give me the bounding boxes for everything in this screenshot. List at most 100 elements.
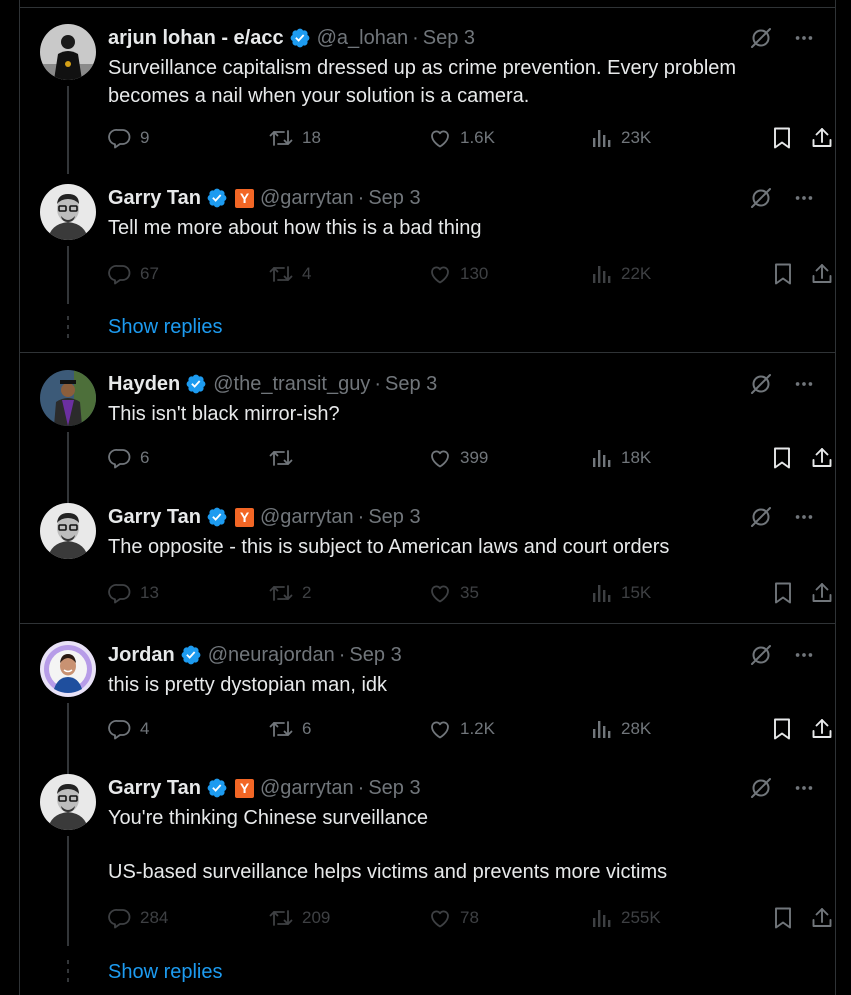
tweet-actions: 284 209 78 255K [108,906,832,932]
retweet-count: 209 [302,908,331,927]
yc-affiliate-badge[interactable]: Y [235,778,254,798]
tweet-date[interactable]: Sep 3 [368,777,420,800]
share-button[interactable] [810,717,834,741]
grok-icon[interactable] [749,505,773,529]
like-button[interactable]: 78 [428,906,479,930]
retweet-button[interactable]: 4 [268,262,311,286]
bookmark-button[interactable] [772,262,794,286]
retweet-button[interactable]: 6 [268,717,311,741]
more-icon[interactable] [793,187,815,209]
tweet-reply[interactable]: Garry Tan Y @garrytan · Sep 3 The opposit… [20,503,835,613]
avatar[interactable] [40,24,96,80]
avatar[interactable] [40,370,96,426]
tweet-date[interactable]: Sep 3 [385,373,437,396]
share-button[interactable] [810,262,834,286]
views-button[interactable]: 255K [591,906,661,930]
tweet-reply[interactable]: Garry Tan Y @garrytan · Sep 3 Tell me mor… [20,184,835,338]
dot-separator: · [338,643,346,666]
like-count: 1.2K [460,719,495,738]
grok-icon[interactable] [749,26,773,50]
author-name[interactable]: Garry Tan [108,506,201,529]
show-replies-link[interactable]: Show replies [108,316,223,339]
retweet-button[interactable] [268,446,302,470]
retweet-count: 6 [302,719,312,738]
more-icon[interactable] [793,777,815,799]
reply-button[interactable]: 6 [108,446,149,470]
tweet-paragraph: The opposite - this is subject to Americ… [108,536,670,558]
share-icon [810,906,834,930]
reply-button[interactable]: 284 [108,906,168,930]
grok-icon[interactable] [749,643,773,667]
more-icon[interactable] [793,506,815,528]
views-button[interactable]: 18K [591,446,651,470]
more-icon[interactable] [793,373,815,395]
tweet-text: Surveillance capitalism dressed up as cr… [108,54,808,110]
author-handle[interactable]: @garrytan [260,777,354,800]
share-button[interactable] [810,581,834,605]
like-button[interactable]: 130 [428,262,488,286]
author-name[interactable]: Hayden [108,373,180,396]
yc-affiliate-badge[interactable]: Y [235,188,254,208]
like-count: 130 [460,264,489,283]
bookmark-button[interactable] [771,446,793,470]
yc-affiliate-badge[interactable]: Y [235,507,254,527]
like-button[interactable]: 35 [428,581,479,605]
share-button[interactable] [810,906,834,930]
views-button[interactable]: 22K [591,262,651,286]
retweet-button[interactable]: 209 [268,906,330,930]
tweet-reply[interactable]: Garry Tan Y @garrytan · Sep 3 You're thin… [20,774,835,982]
avatar[interactable] [40,503,96,559]
share-button[interactable] [810,446,834,470]
reply-button[interactable]: 4 [108,717,149,741]
tweet-text: You're thinking Chinese surveillance US-b… [108,804,808,886]
more-icon[interactable] [793,27,815,49]
retweet-icon [268,126,294,150]
more-icon[interactable] [793,644,815,666]
author-handle[interactable]: @neurajordan [208,644,335,667]
bookmark-button[interactable] [772,581,794,605]
tweet[interactable]: Jordan @neurajordan · Sep 3 this is pret… [20,641,835,774]
like-button[interactable]: 1.6K [428,126,495,150]
bookmark-button[interactable] [772,906,794,930]
reply-button[interactable]: 13 [108,581,159,605]
show-replies-link[interactable]: Show replies [108,961,223,984]
tweet[interactable]: Hayden @the_transit_guy · Sep 3 This isn… [20,370,835,503]
tweet-date[interactable]: Sep 3 [368,187,420,210]
grok-icon[interactable] [749,372,773,396]
tweet-date[interactable]: Sep 3 [368,506,420,529]
like-button[interactable]: 1.2K [428,717,495,741]
verified-badge-icon [206,506,228,528]
bookmark-button[interactable] [771,126,793,150]
tweet-date[interactable]: Sep 3 [423,27,475,50]
avatar[interactable] [40,641,96,697]
avatar[interactable] [40,774,96,830]
author-handle[interactable]: @garrytan [260,506,354,529]
share-button[interactable] [810,126,834,150]
tweet-actions: 13 2 35 15K [108,581,832,607]
bookmark-button[interactable] [771,717,793,741]
author-handle[interactable]: @a_lohan [317,27,408,50]
views-button[interactable]: 23K [591,126,651,150]
grok-icon[interactable] [749,776,773,800]
views-button[interactable]: 15K [591,581,651,605]
like-button[interactable]: 399 [428,446,488,470]
retweet-button[interactable]: 2 [268,581,311,605]
author-handle[interactable]: @garrytan [260,187,354,210]
tweet[interactable]: arjun lohan - e/acc @a_lohan · Sep 3 Sur… [20,24,835,184]
reply-button[interactable]: 67 [108,262,159,286]
tweet-date[interactable]: Sep 3 [349,644,401,667]
author-handle[interactable]: @the_transit_guy [213,373,370,396]
thread-dots [66,316,70,343]
like-count: 1.6K [460,128,495,147]
tweet-actions: 4 6 1.2K 28K [108,717,832,743]
views-button[interactable]: 28K [591,717,651,741]
grok-icon[interactable] [749,186,773,210]
retweet-button[interactable]: 18 [268,126,321,150]
author-name[interactable]: arjun lohan - e/acc [108,27,284,50]
author-name[interactable]: Garry Tan [108,777,201,800]
reply-button[interactable]: 9 [108,126,149,150]
author-name[interactable]: Garry Tan [108,187,201,210]
avatar[interactable] [40,184,96,240]
author-name[interactable]: Jordan [108,644,175,667]
thread-line [67,86,69,174]
